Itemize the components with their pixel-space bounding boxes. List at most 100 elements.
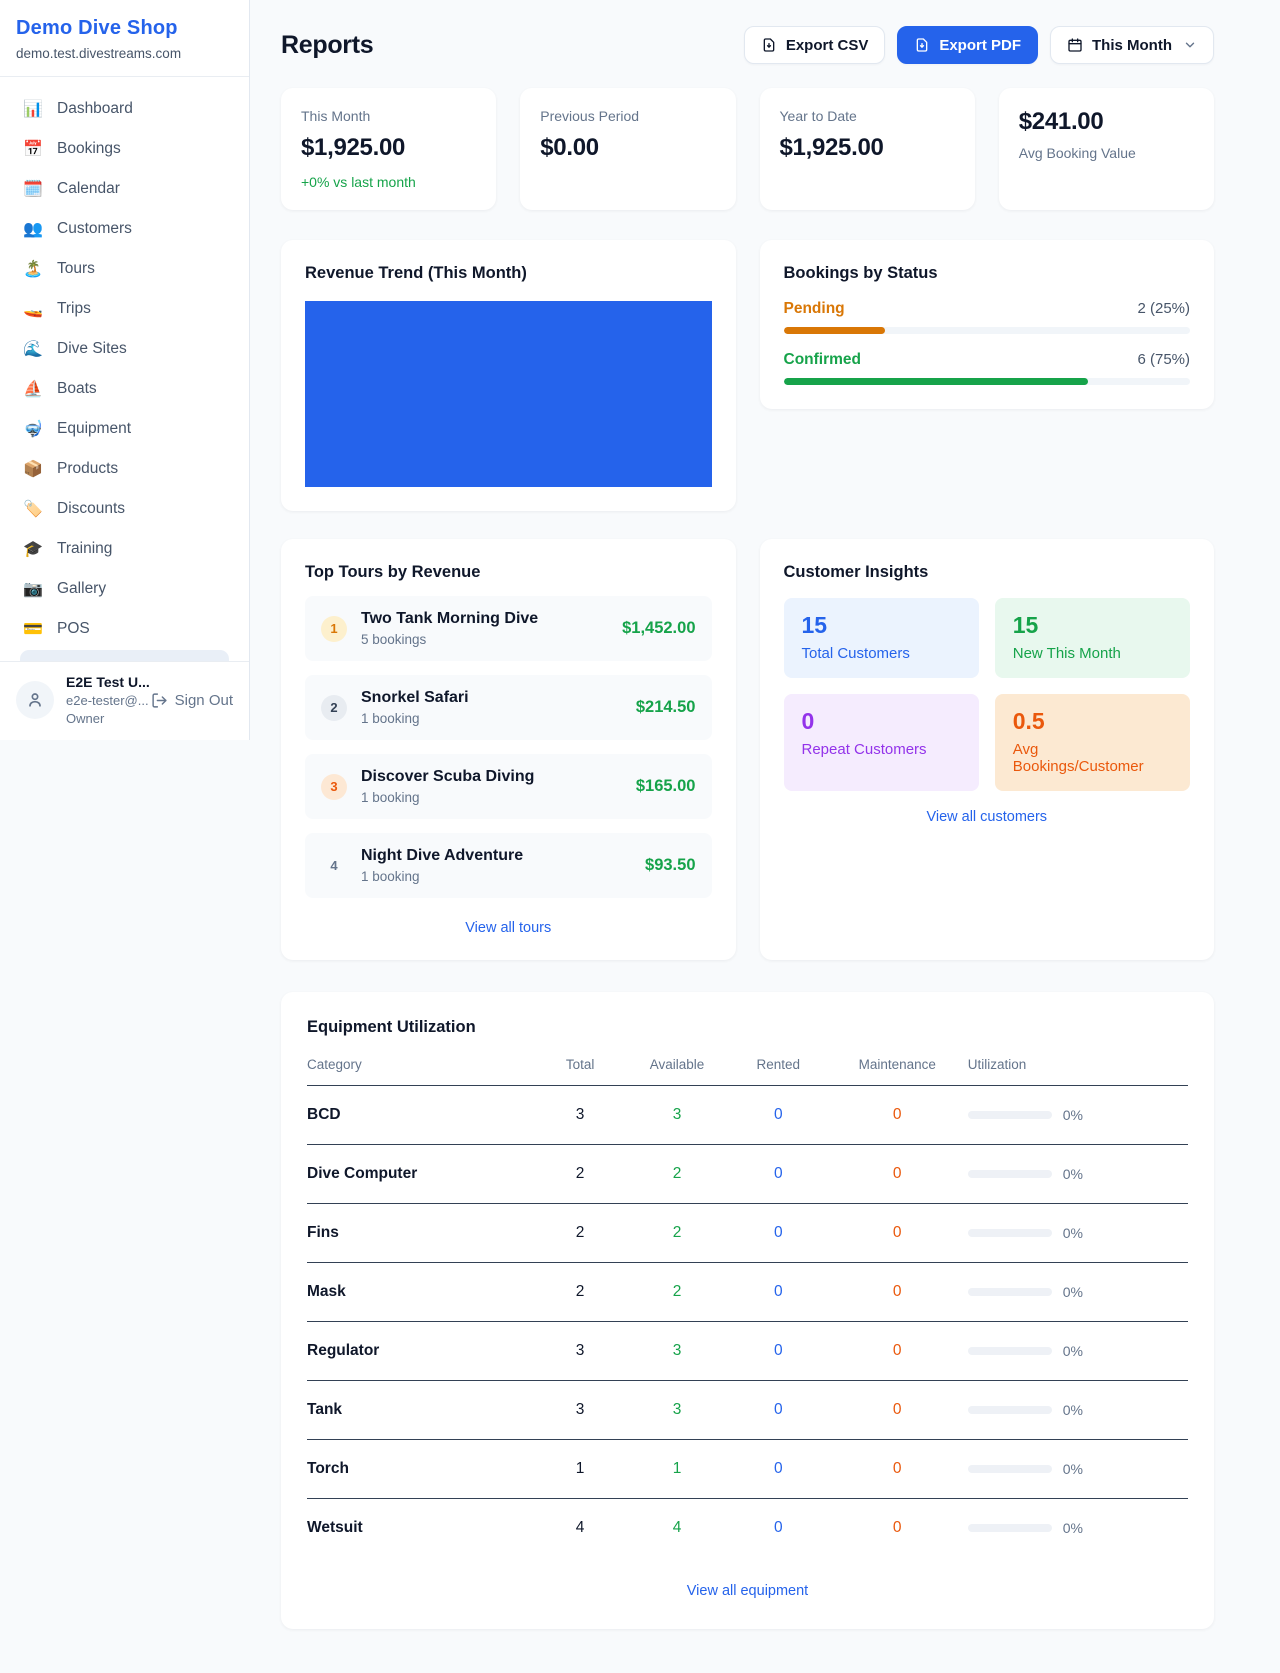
chevron-down-icon [1183, 38, 1197, 52]
user-email: e2e-tester@... [66, 693, 139, 708]
main-content: Reports Export CSV Export PDF This Month… [250, 0, 1280, 1673]
rank-badge: 2 [321, 695, 347, 721]
sidebar: Demo Dive Shop demo.test.divestreams.com… [0, 0, 250, 740]
status-bar-fill [784, 378, 1089, 385]
period-select[interactable]: This Month [1050, 26, 1214, 64]
stat-value: $0.00 [540, 134, 715, 162]
tour-name: Two Tank Morning Dive [361, 610, 538, 628]
cell-available: 4 [624, 1499, 730, 1558]
sidebar-item-label: POS [57, 620, 90, 638]
sidebar-item-training[interactable]: 🎓Training [10, 529, 239, 569]
sidebar-item-discounts[interactable]: 🏷️Discounts [10, 489, 239, 529]
stat-card-year-to-date: Year to Date $1,925.00 [760, 88, 975, 210]
export-csv-button[interactable]: Export CSV [744, 26, 886, 64]
bookings-by-status-title: Bookings by Status [784, 264, 1191, 283]
stat-card-previous-period: Previous Period $0.00 [520, 88, 735, 210]
sidebar-item-bookings[interactable]: 📅Bookings [10, 129, 239, 169]
person-icon [25, 690, 45, 710]
insight-value: 0 [802, 708, 961, 735]
equipment-utilization-title: Equipment Utilization [307, 1018, 1188, 1037]
lists-row: Top Tours by Revenue 1 Two Tank Morning … [281, 539, 1214, 960]
revenue-trend-card: Revenue Trend (This Month) [281, 240, 736, 511]
cell-available: 1 [624, 1440, 730, 1499]
insight-label: New This Month [1013, 645, 1172, 662]
table-row: Torch 1 1 0 0 0% [307, 1440, 1188, 1499]
sidebar-item-label: Customers [57, 220, 132, 238]
cell-utilization: 0% [968, 1204, 1188, 1263]
status-bar-fill [784, 327, 886, 334]
cell-category: Torch [307, 1440, 536, 1499]
bookings-by-status-card: Bookings by Status Pending 2 (25%) Confi… [760, 240, 1215, 409]
calendar-pad-icon: 🗓️ [22, 179, 44, 199]
cell-category: Fins [307, 1204, 536, 1263]
avatar [16, 681, 54, 719]
sign-out-label: Sign Out [175, 692, 233, 709]
diving-mask-icon: 🤿 [22, 419, 44, 439]
cell-utilization: 0% [968, 1145, 1188, 1204]
status-row-pending: Pending 2 (25%) [784, 300, 1191, 334]
cell-utilization: 0% [968, 1499, 1188, 1558]
stat-label: Year to Date [780, 108, 955, 124]
cell-total: 3 [536, 1381, 624, 1440]
utilization-bar [968, 1288, 1052, 1296]
table-row: Regulator 3 3 0 0 0% [307, 1322, 1188, 1381]
export-pdf-button[interactable]: Export PDF [897, 26, 1038, 64]
cell-rented: 0 [730, 1086, 827, 1145]
insight-value: 0.5 [1013, 708, 1172, 735]
stat-label: Avg Booking Value [1019, 145, 1194, 161]
sidebar-nav: 📊Dashboard 📅Bookings 🗓️Calendar 👥Custome… [0, 77, 249, 661]
cell-category: Wetsuit [307, 1499, 536, 1558]
table-row: Fins 2 2 0 0 0% [307, 1204, 1188, 1263]
cell-total: 4 [536, 1499, 624, 1558]
cell-utilization: 0% [968, 1381, 1188, 1440]
cell-rented: 0 [730, 1322, 827, 1381]
column-header-available: Available [624, 1057, 730, 1086]
sign-out-button[interactable]: Sign Out [151, 692, 233, 709]
sidebar-item-tours[interactable]: 🏝️Tours [10, 249, 239, 289]
sidebar-item-label: Products [57, 460, 118, 478]
cell-available: 3 [624, 1086, 730, 1145]
sidebar-item-calendar[interactable]: 🗓️Calendar [10, 169, 239, 209]
logout-icon [151, 692, 168, 709]
sidebar-item-equipment[interactable]: 🤿Equipment [10, 409, 239, 449]
table-row: BCD 3 3 0 0 0% [307, 1086, 1188, 1145]
utilization-bar [968, 1465, 1052, 1473]
sidebar-item-dive-sites[interactable]: 🌊Dive Sites [10, 329, 239, 369]
sidebar-item-label: Trips [57, 300, 91, 318]
view-all-equipment-link[interactable]: View all equipment [307, 1583, 1188, 1599]
sidebar-item-customers[interactable]: 👥Customers [10, 209, 239, 249]
utilization-bar [968, 1229, 1052, 1237]
cell-utilization: 0% [968, 1086, 1188, 1145]
status-bar-track [784, 378, 1191, 385]
top-tours-card: Top Tours by Revenue 1 Two Tank Morning … [281, 539, 736, 960]
view-all-tours-link[interactable]: View all tours [305, 920, 712, 936]
tour-name: Snorkel Safari [361, 689, 469, 707]
sidebar-item-pos[interactable]: 💳POS [10, 609, 239, 649]
tag-icon: 🏷️ [22, 499, 44, 519]
export-csv-label: Export CSV [786, 37, 869, 54]
sidebar-item-label: Training [57, 540, 112, 558]
view-all-customers-link[interactable]: View all customers [784, 809, 1191, 825]
column-header-rented: Rented [730, 1057, 827, 1086]
rank-badge: 1 [321, 616, 347, 642]
sidebar-item-products[interactable]: 📦 Products [10, 449, 239, 489]
package-icon: 📦 [22, 459, 44, 479]
customer-insights-card: Customer Insights 15 Total Customers 15 … [760, 539, 1215, 960]
sidebar-item-gallery[interactable]: 📷Gallery [10, 569, 239, 609]
sidebar-item-boats[interactable]: ⛵Boats [10, 369, 239, 409]
sidebar-item-dashboard[interactable]: 📊Dashboard [10, 89, 239, 129]
cell-maintenance: 0 [827, 1499, 968, 1558]
brand: Demo Dive Shop demo.test.divestreams.com [0, 0, 249, 77]
cell-available: 2 [624, 1263, 730, 1322]
insight-grid: 15 Total Customers 15 New This Month 0 R… [784, 598, 1191, 791]
cell-available: 2 [624, 1145, 730, 1204]
revenue-trend-chart [305, 301, 712, 487]
sidebar-item-reports-partial[interactable] [20, 650, 229, 661]
insight-tile-avg-bookings: 0.5 Avg Bookings/Customer [995, 694, 1190, 791]
sidebar-item-trips[interactable]: 🚤Trips [10, 289, 239, 329]
stat-value: $241.00 [1019, 108, 1194, 136]
table-row: Wetsuit 4 4 0 0 0% [307, 1499, 1188, 1558]
calendar-date-icon: 📅 [22, 139, 44, 159]
insight-value: 15 [1013, 612, 1172, 639]
tour-revenue: $1,452.00 [622, 619, 695, 638]
